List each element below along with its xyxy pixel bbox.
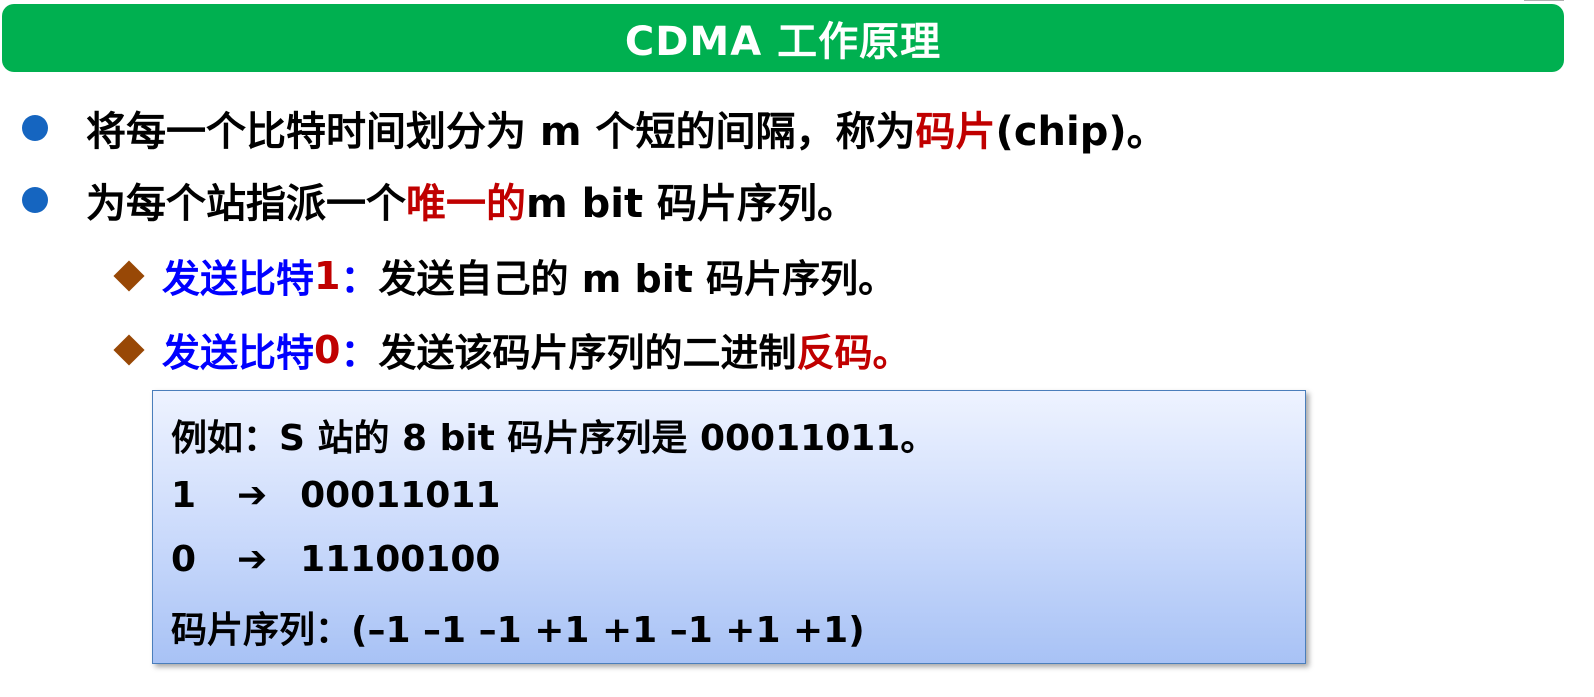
diamond-bullet-icon xyxy=(113,333,145,366)
bullet-item-chip-definition: 将每一个比特时间划分为 m 个短的间隔，称为 码片 (chip)。 xyxy=(22,99,1167,157)
bullet-text: 将每一个比特时间划分为 m 个短的间隔，称为 xyxy=(86,109,916,155)
page-title: CDMA 工作原理 xyxy=(624,19,942,65)
right-arrow-icon: ➔ xyxy=(236,539,268,580)
example-box: 例如：S 站的 8 bit 码片序列是 00011011。 1 ➔ 000110… xyxy=(152,390,1306,664)
bullet-highlight: 唯一的 xyxy=(406,181,526,227)
sub-bullet-send-bit-0: 发送比特 0：发送该码片序列的二进制 反码。 xyxy=(112,322,911,377)
example-bit-value: 1 xyxy=(171,475,197,516)
sub-bullet-label: 发送比特 xyxy=(162,257,315,301)
bullet-dot-icon xyxy=(22,115,48,141)
example-intro: 例如：S 站的 8 bit 码片序列是 00011011。 xyxy=(171,418,937,459)
bullet-highlight: 码片 xyxy=(915,109,996,155)
sub-bullet-bit: 0 xyxy=(314,327,341,372)
example-sequence: 00011011 xyxy=(300,475,501,516)
example-bit-value: 0 xyxy=(171,539,197,580)
sub-bullet-text: 发送该码片序列的二进制 xyxy=(378,331,797,375)
sub-bullet-highlight: 反码。 xyxy=(796,331,911,375)
example-row-bit-0: 0 ➔ 11100100 xyxy=(171,539,500,580)
sub-bullet-text: 发送自己的 m bit 码片序列。 xyxy=(378,257,897,301)
sub-bullet-colon: ： xyxy=(340,257,379,301)
bullet-text: 为每个站指派一个 xyxy=(86,181,406,227)
right-arrow-icon: ➔ xyxy=(236,475,268,516)
bullet-text-tail: m bit 码片序列。 xyxy=(526,181,857,227)
sub-bullet-bit: 1 xyxy=(314,253,341,298)
sub-bullet-label: 发送比特 xyxy=(162,331,315,375)
title-banner: CDMA 工作原理 xyxy=(2,4,1564,72)
bullet-text-tail: (chip)。 xyxy=(995,109,1167,155)
example-row-bit-1: 1 ➔ 00011011 xyxy=(171,475,500,516)
diamond-bullet-icon xyxy=(113,259,145,292)
example-chip-sequence: 码片序列：(–1 –1 –1 +1 +1 –1 +1 +1) xyxy=(171,610,865,651)
sub-bullet-colon: ： xyxy=(340,331,379,375)
example-sequence: 11100100 xyxy=(300,539,501,580)
sub-bullet-send-bit-1: 发送比特 1：发送自己的 m bit 码片序列。 xyxy=(112,248,896,303)
bullet-dot-icon xyxy=(22,187,48,213)
bullet-item-unique-sequence: 为每个站指派一个 唯一的 m bit 码片序列。 xyxy=(22,171,857,229)
